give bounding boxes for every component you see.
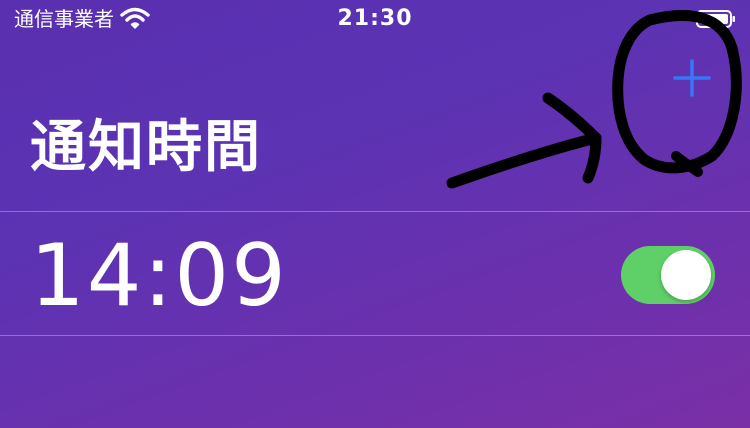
alarm-row[interactable]: 14:09 bbox=[0, 212, 750, 335]
status-time: 21:30 bbox=[337, 6, 413, 31]
toggle-knob bbox=[661, 250, 711, 300]
alarm-toggle[interactable] bbox=[621, 246, 715, 304]
alarm-time: 14:09 bbox=[30, 226, 288, 326]
battery-icon bbox=[696, 10, 735, 28]
annotation-circle-tail bbox=[671, 151, 703, 177]
status-bar: 通信事業者 21:30 bbox=[0, 0, 750, 40]
annotation-arrow-head bbox=[542, 92, 602, 184]
annotation-arrow-shaft bbox=[446, 132, 602, 189]
divider-bottom bbox=[0, 335, 750, 336]
add-alarm-button[interactable] bbox=[668, 54, 716, 102]
page-title: 通知時間 bbox=[30, 115, 262, 180]
plus-icon bbox=[673, 59, 711, 97]
